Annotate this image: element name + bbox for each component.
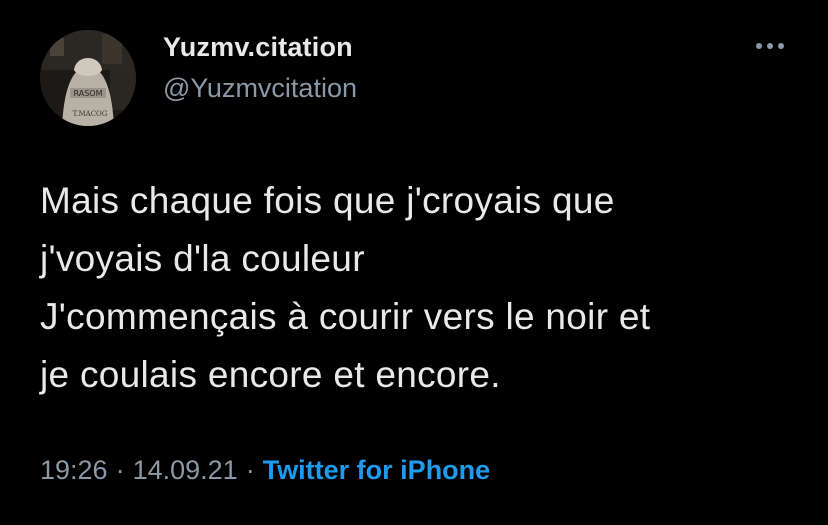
tweet-line: j'voyais d'la couleur (40, 238, 365, 279)
avatar-image: RASOM T.MACOG (40, 30, 136, 126)
more-options-button[interactable] (750, 32, 790, 60)
meta-separator: · (245, 455, 255, 485)
author-handle[interactable]: @Yuzmvcitation (163, 73, 357, 104)
meta-separator: · (115, 455, 125, 485)
avatar-text-top: RASOM (74, 89, 103, 98)
tweet-text: Mais chaque fois que j'croyais que j'voy… (40, 172, 800, 404)
tweet-date[interactable]: 14.09.21 (133, 455, 238, 485)
tweet-line: Mais chaque fois que j'croyais que (40, 180, 615, 221)
avatar[interactable]: RASOM T.MACOG (40, 30, 136, 126)
more-horizontal-icon (756, 43, 784, 49)
tweet-card: RASOM T.MACOG Yuzmv.citation @Yuzmvcitat… (0, 0, 828, 525)
tweet-source-link[interactable]: Twitter for iPhone (263, 455, 491, 485)
tweet-line: je coulais encore et encore. (40, 354, 501, 395)
author-display-name[interactable]: Yuzmv.citation (163, 32, 353, 63)
tweet-time[interactable]: 19:26 (40, 455, 108, 485)
tweet-line: J'commençais à courir vers le noir et (40, 296, 651, 337)
tweet-meta: 19:26 · 14.09.21 · Twitter for iPhone (40, 455, 490, 486)
avatar-text-bottom: T.MACOG (73, 110, 108, 118)
